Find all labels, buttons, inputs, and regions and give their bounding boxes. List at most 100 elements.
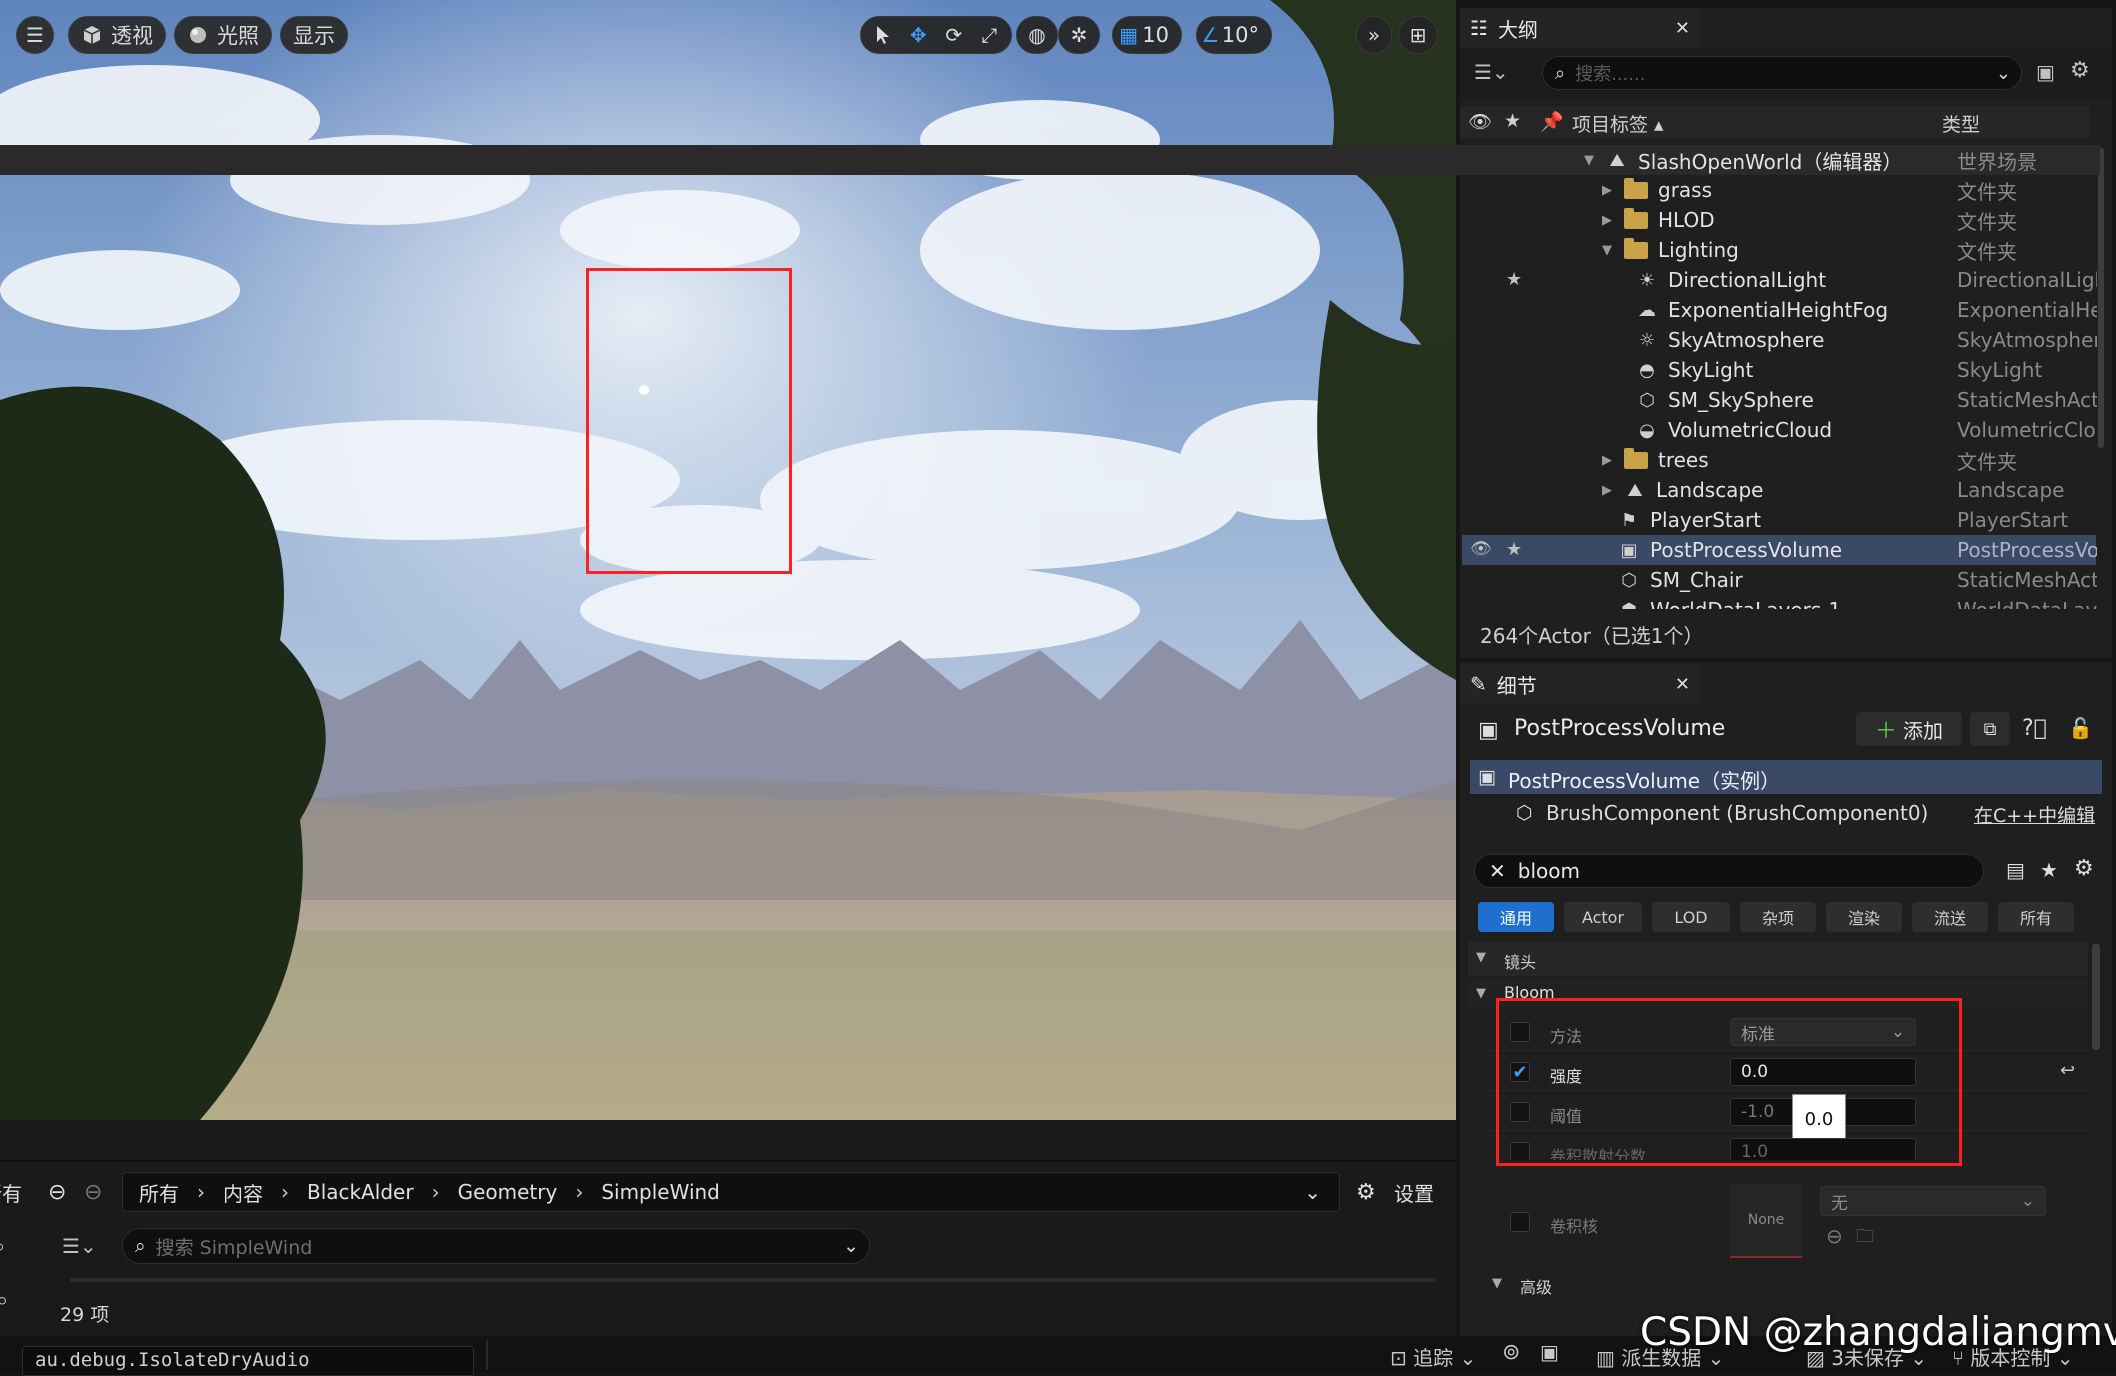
collapse-arrow-icon[interactable]: ▼: [1600, 243, 1614, 258]
component-row-instance[interactable]: ▣ PostProcessVolume（实例）: [1470, 760, 2102, 794]
filter-lod[interactable]: LOD: [1652, 902, 1730, 932]
tree-row-actor[interactable]: ⬢ WorldDataLayers-1 WorldDataLayers: [1460, 595, 2100, 609]
tree-row-actor[interactable]: ◒ VolumetricCloud VolumetricCloud: [0, 415, 2100, 445]
outliner-search-input[interactable]: ⌕ 搜索...... ⌄: [1542, 56, 2022, 90]
tree-row-actor[interactable]: ▶ ⛰ Landscape Landscape: [0, 475, 2100, 505]
tree-row-actor[interactable]: ◓ SkyLight SkyLight: [0, 355, 2100, 385]
visibility-icon[interactable]: 👁: [1468, 110, 1492, 133]
forward-icon[interactable]: ⊖: [84, 1180, 102, 1205]
sources-label[interactable]: 所有: [0, 1178, 22, 1207]
close-icon[interactable]: ✕: [1675, 674, 1690, 695]
column-item-label[interactable]: 项目标签 ▴: [1572, 110, 1664, 137]
gear-icon[interactable]: ⚙: [2070, 58, 2090, 83]
blueprint-button[interactable]: ⧉: [1970, 712, 2010, 746]
angle-snap-toggle[interactable]: ∠ 10°: [1196, 16, 1272, 54]
crumb-simplewind[interactable]: SimpleWind: [601, 1180, 720, 1204]
filter-all[interactable]: 所有: [1998, 902, 2074, 932]
scale-tool-icon[interactable]: ⤢: [972, 17, 1008, 53]
tree-row-actor[interactable]: ☁ ExponentialHeightFog ExponentialHeightF…: [0, 295, 2100, 325]
star-icon[interactable]: ★: [1506, 269, 1522, 290]
chevron-down-icon[interactable]: ⌄: [1304, 1180, 1321, 1204]
coordinate-space-toggle[interactable]: ◍: [1016, 16, 1058, 54]
kernel-dropdown[interactable]: 无 ⌄: [1820, 1186, 2046, 1216]
star-icon[interactable]: ★: [2040, 858, 2058, 882]
add-folder-icon[interactable]: ▣: [2036, 60, 2055, 84]
gear-icon[interactable]: ⚙: [2074, 856, 2094, 881]
visibility-icon[interactable]: 👁: [1470, 539, 1492, 559]
component-row-brush[interactable]: ⬡ BrushComponent (BrushComponent0) 在C++中…: [1470, 796, 2102, 830]
crumb-content[interactable]: 内容: [223, 1178, 263, 1207]
perspective-button[interactable]: 透视: [68, 16, 166, 54]
section-advanced[interactable]: ▼ 高级: [1490, 1270, 2088, 1300]
select-tool-icon[interactable]: [865, 17, 901, 53]
back-icon[interactable]: ⊖: [48, 1180, 66, 1205]
grid-snap-toggle[interactable]: ▦ 10: [1112, 16, 1182, 54]
camera-icon[interactable]: ▣: [1540, 1340, 1559, 1364]
expand-arrow-icon[interactable]: ▶: [1600, 483, 1614, 498]
details-search-input[interactable]: ✕ bloom: [1474, 854, 1984, 888]
add-component-button[interactable]: ＋ 添加: [1856, 712, 1962, 746]
trace-button[interactable]: ⊡ 追踪 ⌄: [1390, 1342, 1476, 1371]
crumb-blackalder[interactable]: BlackAlder: [307, 1180, 414, 1204]
tree-row-folder[interactable]: ▶ HLOD 文件夹: [0, 205, 2100, 235]
more-toolbar-button[interactable]: »: [1356, 16, 1392, 54]
kernel-thumbnail[interactable]: None: [1730, 1184, 1802, 1258]
tab-outliner[interactable]: ☷ 大纲 ✕: [1460, 8, 1700, 48]
star-icon[interactable]: ★: [1504, 110, 1521, 132]
surface-snap-toggle[interactable]: ✲: [1058, 16, 1100, 54]
edit-in-cpp-link[interactable]: 在C++中编辑: [1974, 801, 2095, 828]
gear-icon[interactable]: ⚙: [1356, 1180, 1376, 1205]
viewport-menu-button[interactable]: ☰: [16, 16, 54, 54]
search-icon[interactable]: ⌕: [0, 1288, 8, 1313]
close-icon[interactable]: ✕: [1675, 18, 1690, 39]
tree-row-actor[interactable]: ⬡ SM_SkySphere StaticMeshActor: [0, 385, 2100, 415]
tree-row-world[interactable]: ▼ ⛰ SlashOpenWorld（编辑器） 世界场景: [0, 145, 2100, 175]
filter-common[interactable]: 通用: [1478, 902, 1554, 932]
crumb-geometry[interactable]: Geometry: [458, 1180, 558, 1204]
chevron-down-icon[interactable]: ⌄: [843, 1235, 859, 1257]
tree-row-folder[interactable]: ▶ grass 文件夹: [0, 175, 2100, 205]
scrollbar[interactable]: [2092, 944, 2100, 1050]
tab-details[interactable]: ✎ 细节 ✕: [1460, 664, 1700, 704]
filter-icon[interactable]: ☰⌄: [1474, 60, 1509, 84]
search-icon[interactable]: ⌕: [0, 1234, 5, 1258]
tree-row-selected[interactable]: 👁 ★ ▣ PostProcessVolume PostProcessVolume: [1462, 535, 2097, 565]
reset-to-default-icon[interactable]: ↩: [2060, 1060, 2075, 1081]
tree-row-folder[interactable]: ▶ trees 文件夹: [0, 445, 2100, 475]
lighting-button[interactable]: 光照: [174, 16, 272, 54]
expand-arrow-icon[interactable]: ▶: [1600, 213, 1614, 228]
tree-row-actor[interactable]: ☼ SkyAtmosphere SkyAtmosphere: [0, 325, 2100, 355]
help-icon[interactable]: ?⃝: [2022, 716, 2047, 741]
rotate-tool-icon[interactable]: ⟳: [936, 17, 972, 53]
filter-actor[interactable]: Actor: [1564, 902, 1642, 932]
content-search-input[interactable]: ⌕ 搜索 SimpleWind ⌄: [122, 1228, 870, 1264]
move-tool-icon[interactable]: ✥: [901, 17, 937, 53]
tree-row-actor[interactable]: ⚑ PlayerStart PlayerStart: [0, 505, 2100, 535]
filter-misc[interactable]: 杂项: [1740, 902, 1816, 932]
collapse-arrow-icon[interactable]: ▼: [1582, 153, 1596, 168]
expand-arrow-icon[interactable]: ▶: [1600, 453, 1614, 468]
clear-search-icon[interactable]: ✕: [1489, 859, 1506, 883]
use-selected-icon[interactable]: ⊖: [1826, 1224, 1843, 1248]
crumb-all[interactable]: 所有: [139, 1178, 179, 1207]
settings-label[interactable]: 设置: [1394, 1178, 1434, 1207]
layout-button[interactable]: ⊞: [1398, 16, 1438, 54]
tree-row-folder[interactable]: ▼ Lighting 文件夹: [0, 235, 2100, 265]
record-icon[interactable]: ⊚: [1502, 1340, 1520, 1365]
expand-arrow-icon[interactable]: ▶: [1600, 183, 1614, 198]
star-icon[interactable]: ★: [1506, 539, 1522, 560]
override-checkbox[interactable]: [1510, 1212, 1530, 1232]
show-button[interactable]: 显示: [280, 16, 348, 54]
lock-icon[interactable]: 🔓: [2068, 716, 2093, 740]
tree-row-actor[interactable]: ⬡ SM_Chair StaticMeshActor: [0, 565, 2100, 595]
column-type[interactable]: 类型: [1942, 110, 1980, 137]
section-lens[interactable]: ▼ 镜头: [1468, 942, 2088, 976]
filter-rendering[interactable]: 渲染: [1826, 902, 1902, 932]
filter-streaming[interactable]: 流送: [1912, 902, 1988, 932]
chevron-down-icon[interactable]: ⌄: [1996, 63, 2011, 84]
browse-asset-icon[interactable]: 🗀: [1856, 1224, 1874, 1254]
table-view-icon[interactable]: ▤: [2006, 858, 2025, 882]
tree-row-actor[interactable]: ★ ☀ DirectionalLight DirectionalLight: [0, 265, 2100, 295]
filter-icon[interactable]: ☰⌄: [62, 1234, 97, 1258]
pin-icon[interactable]: 📌: [1540, 110, 1564, 133]
